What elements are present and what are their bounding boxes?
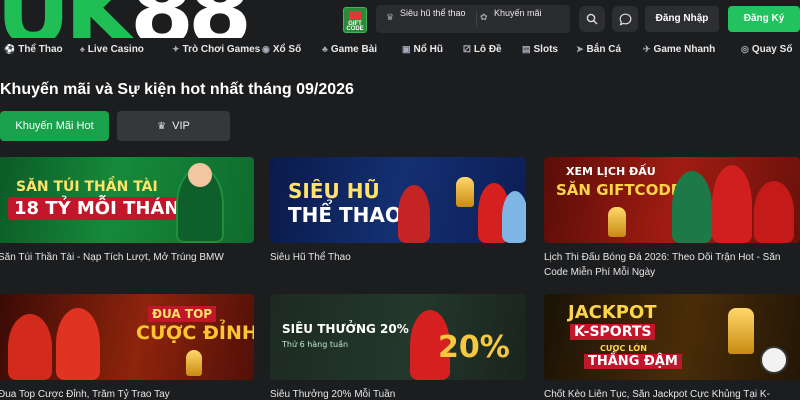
cards-icon: ♣ <box>322 44 328 54</box>
register-button[interactable]: Đăng Ký <box>728 6 800 32</box>
chat-button[interactable] <box>612 6 638 32</box>
nav-item-sports[interactable]: ⚽ Thể Thao <box>4 44 63 55</box>
tab-hot-promotions[interactable]: Khuyến Mãi Hot <box>0 111 109 141</box>
trophy-icon: ♛ <box>386 12 395 22</box>
trophy-icon <box>728 308 754 354</box>
promo-banner[interactable]: ĐUA TOP CƯỢC ĐỈNH <box>0 294 254 380</box>
page-title: Khuyến mãi và Sự kiện hot nhất tháng 09/… <box>0 81 354 98</box>
promo-item-label: Khuyến mãi <box>494 8 542 18</box>
nav-item-quick-games[interactable]: ✈ Game Nhanh <box>643 44 715 55</box>
promo-banner[interactable]: SIÊU THƯỞNG 20% Thứ 6 hàng tuần 20% <box>270 294 526 380</box>
banner-headline: ĐUA TOP <box>148 306 217 322</box>
model-face <box>188 163 212 187</box>
promo-card-title[interactable]: Lịch Thi Đấu Bóng Đá 2026: Theo Dõi Trận… <box>544 250 800 280</box>
nav-item-live-casino[interactable]: ♠ Live Casino <box>80 44 144 55</box>
promo-banner[interactable]: SĂN TÚI THẦN TÀI 18 TỶ MỖI THÁNG <box>0 157 254 243</box>
dealer-icon: ♠ <box>80 44 85 54</box>
banner-subheadline: CƯỢC ĐỈNH <box>136 322 254 344</box>
gift-code-button[interactable]: GIFT CODE <box>343 7 367 33</box>
banner-percent: 20% <box>438 330 510 365</box>
trophy-icon <box>186 350 202 376</box>
promo-card-title[interactable]: Chốt Kèo Liên Tục, Săn Jackpot Cực Khủng… <box>544 387 800 400</box>
nav-item-card-games[interactable]: ♣ Game Bài <box>322 44 377 55</box>
wheel-icon: ◎ <box>741 44 749 54</box>
nav-item-jackpot[interactable]: ▣ Nổ Hũ <box>402 44 443 55</box>
header: UK88 GIFT CODE ♛ Siêu hũ thể thao ✿ Khuy… <box>0 0 800 58</box>
promo-card-title[interactable]: Săn Túi Thần Tài - Nạp Tích Lượt, Mở Trú… <box>0 250 254 265</box>
banner-headline: SIÊU THƯỞNG 20% <box>282 322 409 336</box>
nav-item-spin[interactable]: ◎ Quay Số <box>741 44 792 55</box>
login-button[interactable]: Đăng Nhập <box>645 6 719 32</box>
banner-subheadline: K-SPORTS <box>570 324 656 340</box>
banner-headline: XEM LỊCH ĐẤU <box>566 165 656 178</box>
player-figure <box>502 191 526 243</box>
promo-banner[interactable]: JACKPOT K-SPORTS CƯỢC LỚN THẮNG ĐẬM <box>544 294 800 380</box>
player-figure <box>754 181 794 243</box>
trophy-icon <box>456 177 474 207</box>
search-icon <box>586 13 598 25</box>
banner-tagline-2: THẮNG ĐẬM <box>584 354 682 369</box>
player-figure <box>8 314 52 380</box>
tab-vip[interactable]: ♛ VIP <box>117 111 230 141</box>
slot-machine-icon: ▤ <box>522 44 531 54</box>
main-nav: ⚽ Thể Thao ♠ Live Casino ✦ Trò Chơi Games ◉… <box>0 38 800 64</box>
gift-icon: ✿ <box>480 12 488 22</box>
controller-icon: ✦ <box>172 44 180 54</box>
nav-item-fishing[interactable]: ➤ Bắn Cá <box>576 44 621 55</box>
slot-icon: ▣ <box>402 44 411 54</box>
banner-subheadline: SĂN GIFTCODE <box>556 181 682 199</box>
banner-subheadline: Thứ 6 hàng tuần <box>282 340 349 349</box>
banner-headline: SĂN TÚI THẦN TÀI <box>16 179 158 195</box>
lottery-icon: ◉ <box>262 44 270 54</box>
promo-banner[interactable]: SIÊU HŨ THỂ THAO <box>270 157 526 243</box>
fish-icon: ➤ <box>576 44 584 54</box>
promo-item-label: Siêu hũ thể thao <box>400 8 466 18</box>
nav-item-games[interactable]: ✦ Trò Chơi Games <box>172 44 260 55</box>
banner-subheadline: 18 TỶ MỖI THÁNG <box>8 197 201 220</box>
gift-box-icon <box>349 11 361 20</box>
rocket-icon: ✈ <box>643 44 651 54</box>
nav-item-lottery[interactable]: ◉ Xổ Số <box>262 44 301 55</box>
gift-code-label: GIFT CODE <box>346 21 364 32</box>
promo-strip: ♛ Siêu hũ thể thao ✿ Khuyến mãi <box>376 5 570 33</box>
promo-item-sports-jackpot[interactable]: ♛ Siêu hũ thể thao <box>386 5 486 33</box>
banner-headline: SIÊU HŨ <box>288 179 380 203</box>
divider <box>476 11 477 27</box>
promo-card-title[interactable]: Siêu Hũ Thể Thao <box>270 250 526 265</box>
nav-item-slots[interactable]: ▤ Slots <box>522 44 558 55</box>
promo-item-promotions[interactable]: ✿ Khuyến mãi <box>480 5 570 33</box>
ball-icon: ⚽ <box>4 44 16 54</box>
banner-subheadline: THỂ THAO <box>288 203 402 227</box>
chat-icon <box>619 13 631 26</box>
dice-icon: ⚂ <box>463 44 471 54</box>
nav-item-lo-de[interactable]: ⚂ Lô Đề <box>463 44 502 55</box>
player-figure <box>398 185 430 243</box>
banner-tagline: CƯỢC LỚN <box>600 344 647 353</box>
search-button[interactable] <box>579 6 605 32</box>
football-icon <box>760 346 788 374</box>
promo-card-title[interactable]: Đua Top Cược Đỉnh, Trăm Tỷ Trao Tay <box>0 387 254 400</box>
player-figure <box>672 171 712 243</box>
trophy-icon <box>608 207 626 237</box>
player-figure <box>56 308 100 380</box>
promo-card-title[interactable]: Siêu Thưởng 20% Mỗi Tuần <box>270 387 526 400</box>
player-figure <box>712 165 752 243</box>
promo-banner[interactable]: XEM LỊCH ĐẤU SĂN GIFTCODE <box>544 157 800 243</box>
banner-headline: JACKPOT <box>568 302 657 323</box>
crown-icon: ♛ <box>157 121 167 132</box>
